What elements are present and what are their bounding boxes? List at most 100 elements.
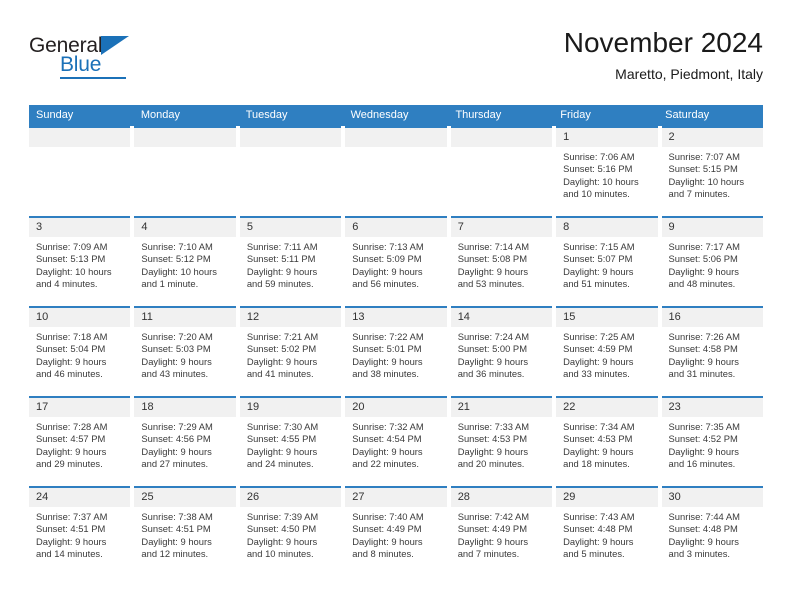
day-cell[interactable]: 13 Sunrise: 7:22 AM Sunset: 5:01 PM Dayligh… [345, 306, 447, 396]
day-cell[interactable]: 16 Sunrise: 7:26 AM Sunset: 4:58 PM Dayligh… [661, 306, 763, 396]
day-number: 17 [29, 398, 131, 417]
daylight-duration-line2: and 4 minutes. [36, 278, 98, 290]
weekday-header-friday: Friday [560, 109, 591, 121]
calendar-week-row: 24 Sunrise: 7:37 AM Sunset: 4:51 PM Dayligh… [29, 486, 763, 576]
general-blue-logo[interactable]: General Blue [29, 34, 149, 82]
day-cell[interactable]: 28 Sunrise: 7:42 AM Sunset: 4:49 PM Dayligh… [450, 486, 553, 576]
sunrise-time: Sunrise: 7:11 AM [246, 241, 318, 252]
day-number: 6 [345, 218, 447, 237]
daylight-duration-line2: and 3 minutes. [668, 548, 731, 560]
sunrise-time: Sunrise: 7:09 AM [36, 241, 108, 252]
sunset-time: Sunset: 5:08 PM [457, 253, 527, 265]
daylight-duration-line2: and 46 minutes. [36, 368, 103, 380]
daylight-duration-line2: and 51 minutes. [563, 278, 630, 290]
calendar-week-row: 17 Sunrise: 7:28 AM Sunset: 4:57 PM Dayligh… [29, 396, 763, 486]
day-cell[interactable]: 19 Sunrise: 7:30 AM Sunset: 4:55 PM Dayligh… [239, 396, 342, 486]
sunset-time: Sunset: 4:56 PM [141, 433, 211, 445]
day-details: Sunrise: 7:13 AM Sunset: 5:09 PM Daylight:… [345, 237, 446, 291]
weekday-header-thursday: Thursday [455, 109, 502, 121]
sunset-time: Sunset: 4:49 PM [352, 523, 422, 535]
day-number: 12 [239, 308, 342, 327]
day-cell[interactable]: 17 Sunrise: 7:28 AM Sunset: 4:57 PM Dayligh… [29, 396, 131, 486]
sunset-time: Sunset: 5:03 PM [141, 343, 211, 355]
daylight-duration-line1: Daylight: 9 hours [563, 265, 634, 277]
sunrise-time: Sunrise: 7:13 AM [352, 241, 424, 252]
daylight-duration-line1: Daylight: 9 hours [141, 355, 212, 367]
sunset-time: Sunset: 4:48 PM [563, 523, 633, 535]
day-number [345, 128, 447, 147]
daylight-duration-line2: and 53 minutes. [457, 278, 525, 290]
sunrise-time: Sunrise: 7:39 AM [246, 511, 319, 522]
daylight-duration-line1: Daylight: 9 hours [352, 445, 423, 457]
day-cell[interactable]: 3 Sunrise: 7:09 AM Sunset: 5:13 PM Daylight… [29, 216, 131, 306]
page-title: November 2024 [563, 27, 763, 58]
sunrise-time: Sunrise: 7:15 AM [563, 241, 635, 252]
day-cell[interactable]: 22 Sunrise: 7:34 AM Sunset: 4:53 PM Dayligh… [556, 396, 658, 486]
sunrise-time: Sunrise: 7:26 AM [668, 331, 740, 342]
day-cell[interactable]: 21 Sunrise: 7:33 AM Sunset: 4:53 PM Dayligh… [450, 396, 553, 486]
day-cell[interactable]: 8 Sunrise: 7:15 AM Sunset: 5:07 PM Daylight… [556, 216, 658, 306]
calendar-week-row: 10 Sunrise: 7:18 AM Sunset: 5:04 PM Dayligh… [29, 306, 763, 396]
day-details: Sunrise: 7:24 AM Sunset: 5:00 PM Daylight:… [451, 327, 552, 381]
day-cell[interactable]: 11 Sunrise: 7:20 AM Sunset: 5:03 PM Dayligh… [134, 306, 236, 396]
daylight-duration-line1: Daylight: 9 hours [246, 355, 318, 367]
day-details: Sunrise: 7:20 AM Sunset: 5:03 PM Daylight:… [134, 327, 235, 381]
sunset-time: Sunset: 5:16 PM [563, 163, 633, 175]
sunrise-time: Sunrise: 7:18 AM [36, 331, 108, 342]
daylight-duration-line2: and 10 minutes. [563, 188, 630, 200]
daylight-duration-line1: Daylight: 9 hours [563, 535, 634, 547]
sunrise-time: Sunrise: 7:34 AM [563, 421, 635, 432]
day-cell[interactable]: 6 Sunrise: 7:13 AM Sunset: 5:09 PM Daylight… [345, 216, 447, 306]
day-details: Sunrise: 7:07 AM Sunset: 5:15 PM Daylight:… [662, 147, 763, 201]
day-cell[interactable]: 25 Sunrise: 7:38 AM Sunset: 4:51 PM Dayligh… [134, 486, 236, 576]
daylight-duration-line2: and 12 minutes. [141, 548, 209, 560]
day-details: Sunrise: 7:17 AM Sunset: 5:06 PM Daylight:… [662, 237, 763, 291]
daylight-duration-line2: and 43 minutes. [141, 368, 209, 380]
day-cell[interactable]: 2 Sunrise: 7:07 AM Sunset: 5:15 PM Daylight… [661, 126, 763, 216]
sunrise-time: Sunrise: 7:33 AM [457, 421, 530, 432]
sunset-time: Sunset: 4:55 PM [246, 433, 317, 445]
day-cell[interactable]: 23 Sunrise: 7:35 AM Sunset: 4:52 PM Dayligh… [661, 396, 763, 486]
day-details: Sunrise: 7:30 AM Sunset: 4:55 PM Daylight:… [240, 417, 341, 471]
day-cell[interactable]: 27 Sunrise: 7:40 AM Sunset: 4:49 PM Dayligh… [345, 486, 447, 576]
day-cell[interactable]: 29 Sunrise: 7:43 AM Sunset: 4:48 PM Dayligh… [556, 486, 658, 576]
sunset-time: Sunset: 4:49 PM [457, 523, 527, 535]
daylight-duration-line2: and 27 minutes. [141, 458, 209, 470]
day-cell[interactable]: 26 Sunrise: 7:39 AM Sunset: 4:50 PM Dayligh… [239, 486, 342, 576]
day-cell[interactable]: 18 Sunrise: 7:29 AM Sunset: 4:56 PM Dayligh… [134, 396, 236, 486]
daylight-duration-line1: Daylight: 9 hours [36, 535, 107, 547]
day-cell[interactable]: 20 Sunrise: 7:32 AM Sunset: 4:54 PM Dayligh… [345, 396, 447, 486]
day-details: Sunrise: 7:26 AM Sunset: 4:58 PM Daylight:… [662, 327, 763, 381]
day-details: Sunrise: 7:18 AM Sunset: 5:04 PM Daylight:… [29, 327, 130, 381]
day-cell[interactable]: 12 Sunrise: 7:21 AM Sunset: 5:02 PM Dayligh… [239, 306, 342, 396]
weekday-header-sunday: Sunday [36, 109, 74, 121]
day-cell[interactable]: 7 Sunrise: 7:14 AM Sunset: 5:08 PM Daylight… [450, 216, 553, 306]
sunset-time: Sunset: 4:52 PM [668, 433, 738, 445]
sunset-time: Sunset: 4:51 PM [141, 523, 211, 535]
day-cell[interactable]: 14 Sunrise: 7:24 AM Sunset: 5:00 PM Dayligh… [450, 306, 553, 396]
sunrise-time: Sunrise: 7:22 AM [352, 331, 424, 342]
daylight-duration-line1: Daylight: 10 hours [563, 175, 639, 187]
day-number: 14 [450, 308, 553, 327]
day-cell[interactable]: 10 Sunrise: 7:18 AM Sunset: 5:04 PM Dayligh… [29, 306, 131, 396]
day-cell[interactable]: 24 Sunrise: 7:37 AM Sunset: 4:51 PM Dayligh… [29, 486, 131, 576]
day-cell-empty [134, 126, 236, 216]
sunset-time: Sunset: 4:58 PM [668, 343, 738, 355]
day-cell[interactable]: 5 Sunrise: 7:11 AM Sunset: 5:11 PM Daylight… [239, 216, 342, 306]
day-cell[interactable]: 1 Sunrise: 7:06 AM Sunset: 5:16 PM Daylight… [556, 126, 658, 216]
day-cell[interactable]: 9 Sunrise: 7:17 AM Sunset: 5:06 PM Daylight… [661, 216, 763, 306]
weekday-header-tuesday: Tuesday [245, 109, 288, 121]
sunset-time: Sunset: 4:48 PM [668, 523, 738, 535]
day-cell[interactable]: 30 Sunrise: 7:44 AM Sunset: 4:48 PM Dayligh… [661, 486, 763, 576]
daylight-duration-line1: Daylight: 9 hours [457, 265, 529, 277]
day-details: Sunrise: 7:40 AM Sunset: 4:49 PM Daylight:… [345, 507, 446, 561]
daylight-duration-line1: Daylight: 10 hours [36, 265, 112, 277]
day-cell[interactable]: 4 Sunrise: 7:10 AM Sunset: 5:12 PM Daylight… [134, 216, 236, 306]
day-cell-empty [345, 126, 447, 216]
day-number: 28 [450, 488, 553, 507]
day-number: 4 [134, 218, 236, 237]
sunset-time: Sunset: 5:04 PM [36, 343, 106, 355]
day-number [29, 128, 131, 147]
logo-triangle-icon [101, 36, 129, 55]
day-cell[interactable]: 15 Sunrise: 7:25 AM Sunset: 4:59 PM Dayligh… [556, 306, 658, 396]
